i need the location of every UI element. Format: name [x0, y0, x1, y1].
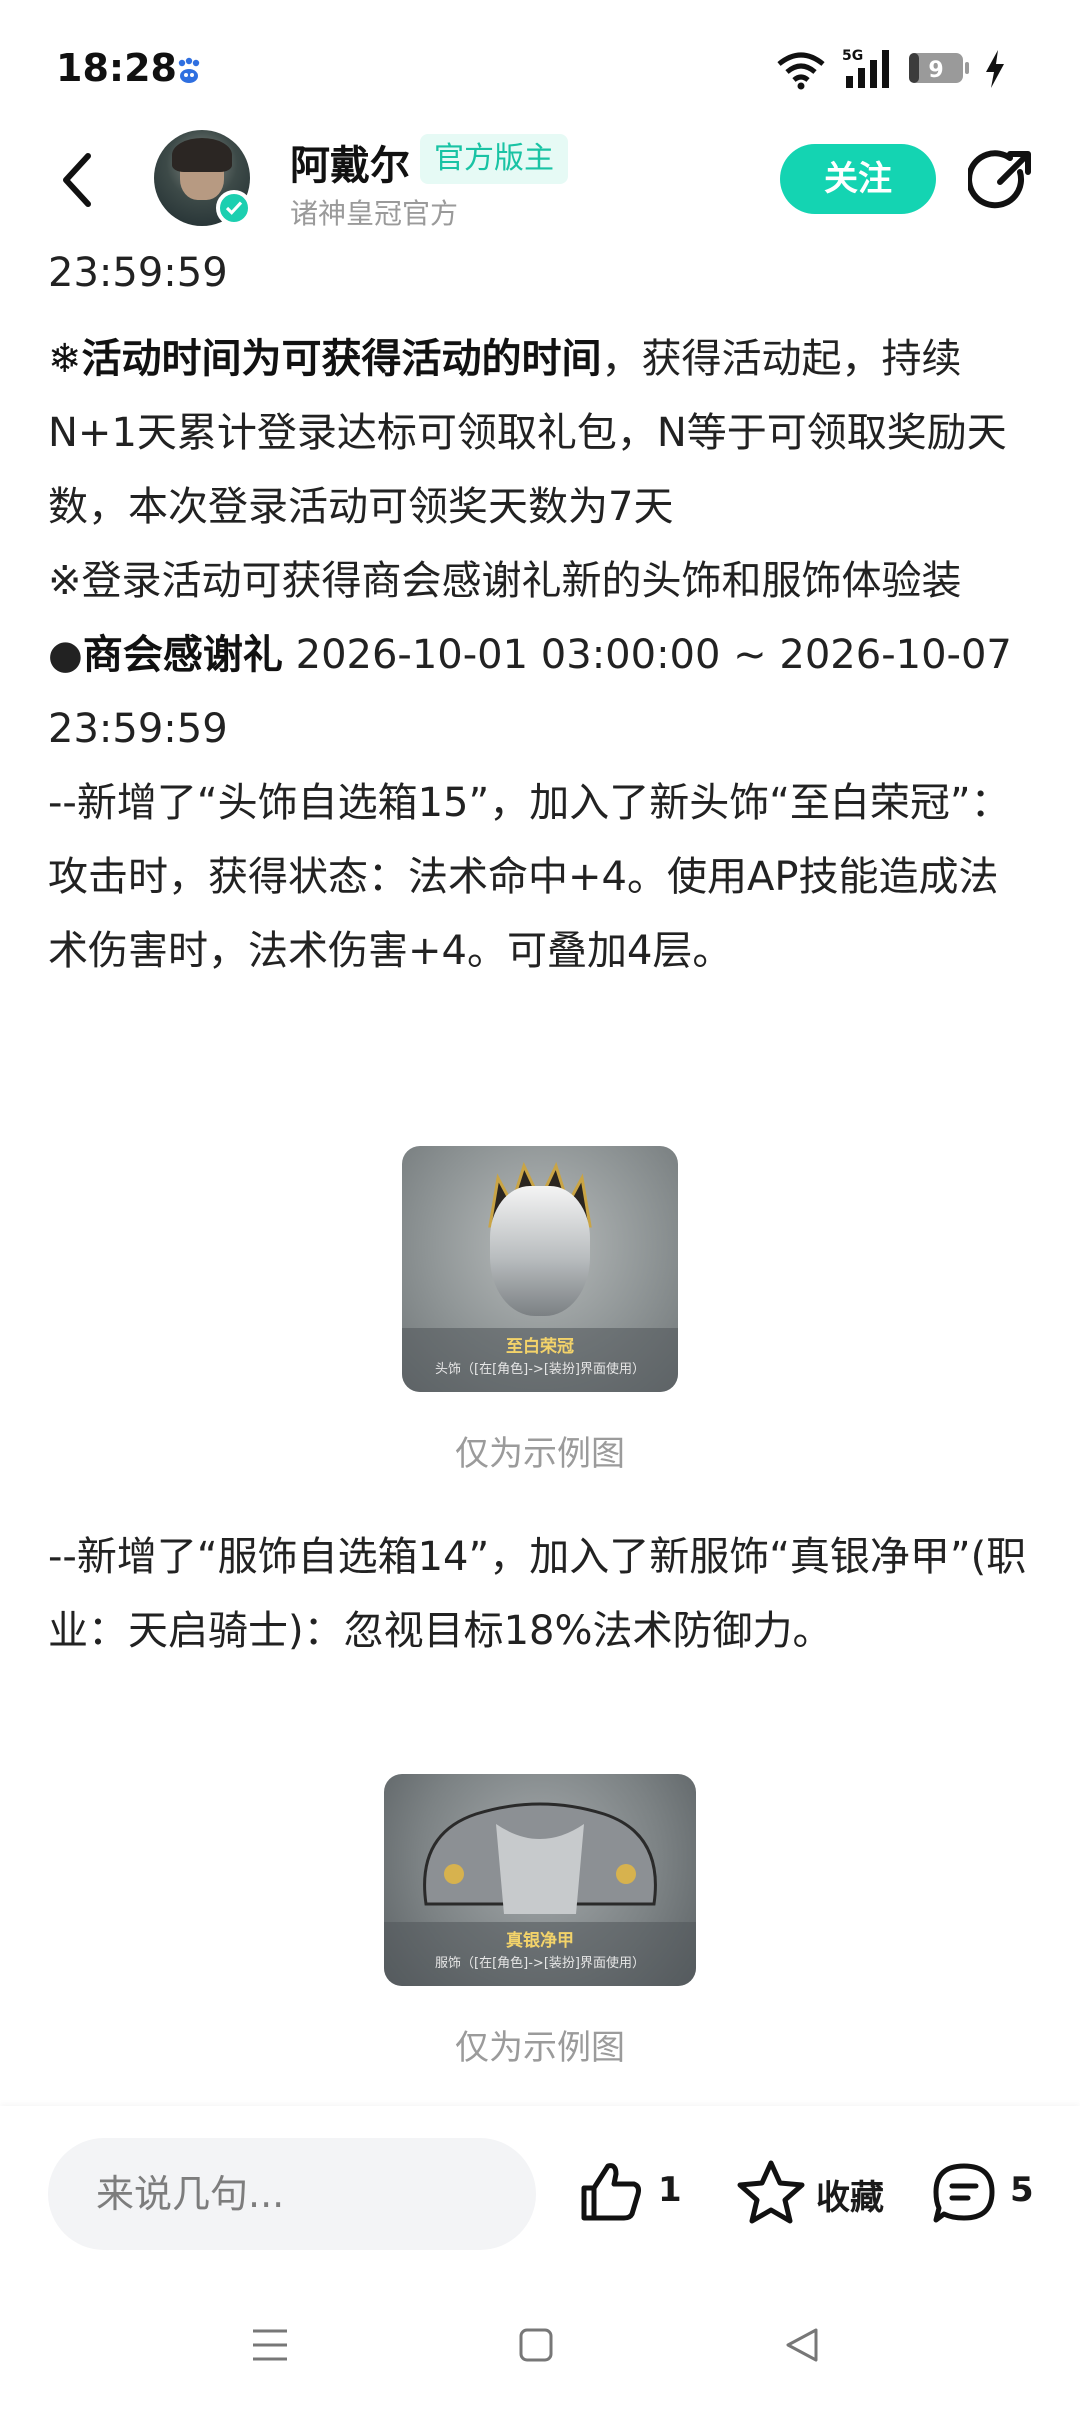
- comment-input[interactable]: 来说几句...: [48, 2138, 536, 2250]
- figure-2-title: 真银净甲: [506, 1931, 574, 1951]
- figure-caption-bar: 真银净甲 服饰（[在[角色]->[装扮]界面使用）: [384, 1922, 696, 1986]
- verified-check-icon: [216, 190, 252, 226]
- figure-caption-bar: 至白荣冠 头饰（[在[角色]->[装扮]界面使用）: [402, 1328, 678, 1392]
- armor-graphic: [423, 1802, 657, 1914]
- network-label: 5G: [842, 48, 863, 64]
- figure-2-subtitle: 服饰（[在[角色]->[装扮]界面使用）: [435, 1956, 645, 1971]
- figure-headwear[interactable]: 至白荣冠 头饰（[在[角色]->[装扮]界面使用）: [402, 1146, 678, 1392]
- figure-2-caption: 仅为示例图: [455, 2028, 625, 2068]
- helmet-graphic: [490, 1186, 590, 1316]
- comment-bubble-icon[interactable]: [930, 2160, 998, 2226]
- role-badge: 官方版主: [420, 134, 568, 184]
- baidu-paw-icon: [178, 57, 200, 83]
- status-bar: 18:28 5G 9: [0, 0, 1080, 140]
- figure-armor[interactable]: 真银净甲 服饰（[在[角色]->[装扮]界面使用）: [384, 1774, 696, 1986]
- nav-menu-icon[interactable]: [250, 2326, 290, 2364]
- item-1-description: --新增了“头饰自选箱15”，加入了新头饰“至白荣冠”：攻击时，获得状态：法术命…: [48, 780, 1011, 974]
- battery-level: 9: [928, 58, 943, 83]
- back-arrow-icon[interactable]: [56, 150, 98, 210]
- battery-icon: 9: [908, 50, 970, 86]
- article-viewport[interactable]: 23:59:59 ❄活动时间为可获得活动的时间，获得活动起，持续N+1天累计登录…: [0, 236, 1080, 2106]
- thumbs-up-icon[interactable]: [578, 2160, 644, 2224]
- nav-home-icon[interactable]: [518, 2326, 554, 2364]
- signal-5g-icon: 5G: [842, 48, 889, 88]
- figure-1-title: 至白荣冠: [506, 1337, 574, 1357]
- status-time: 18:28: [56, 46, 177, 90]
- section-heading: ●商会感谢礼 2026-10-01 03:00:00 ~ 2026-10-07 …: [48, 618, 1038, 766]
- figure-1-caption: 仅为示例图: [455, 1434, 625, 1474]
- article-body: 23:59:59 ❄活动时间为可获得活动的时间，获得活动起，持续N+1天累计登录…: [48, 236, 1038, 988]
- cutoff-line: 23:59:59: [48, 250, 228, 296]
- like-count[interactable]: 1: [658, 2170, 682, 2210]
- author-name[interactable]: 阿戴尔: [290, 133, 410, 191]
- figure-1-subtitle: 头饰（[在[角色]->[装扮]界面使用）: [435, 1362, 645, 1377]
- activity-note-1-bold: ❄活动时间为可获得活动的时间: [48, 336, 602, 382]
- activity-note-2: ※登录活动可获得商会感谢礼新的头饰和服饰体验装: [48, 558, 962, 604]
- star-favorite-icon[interactable]: [736, 2158, 806, 2226]
- nav-back-icon[interactable]: [784, 2326, 820, 2364]
- share-icon[interactable]: [968, 148, 1034, 214]
- item-2-description: --新增了“服饰自选箱14”，加入了新服饰“真银净甲”(职业：天启骑士)：忽视目…: [48, 1534, 1027, 1654]
- charging-icon: [986, 50, 1004, 88]
- article-body-2: --新增了“服饰自选箱14”，加入了新服饰“真银净甲”(职业：天启骑士)：忽视目…: [48, 1520, 1038, 1668]
- favorite-label[interactable]: 收藏: [816, 2170, 884, 2219]
- section-bullet: ●: [48, 632, 83, 678]
- author-subtitle: 诸神皇冠官方: [290, 197, 459, 230]
- wifi-icon: [777, 52, 825, 90]
- section-title: 商会感谢礼: [82, 632, 283, 678]
- follow-button[interactable]: 关注: [780, 144, 936, 214]
- comment-count[interactable]: 5: [1010, 2170, 1034, 2210]
- activity-note-1: ❄活动时间为可获得活动的时间，获得活动起，持续N+1天累计登录达标可领取礼包，N…: [48, 322, 1038, 544]
